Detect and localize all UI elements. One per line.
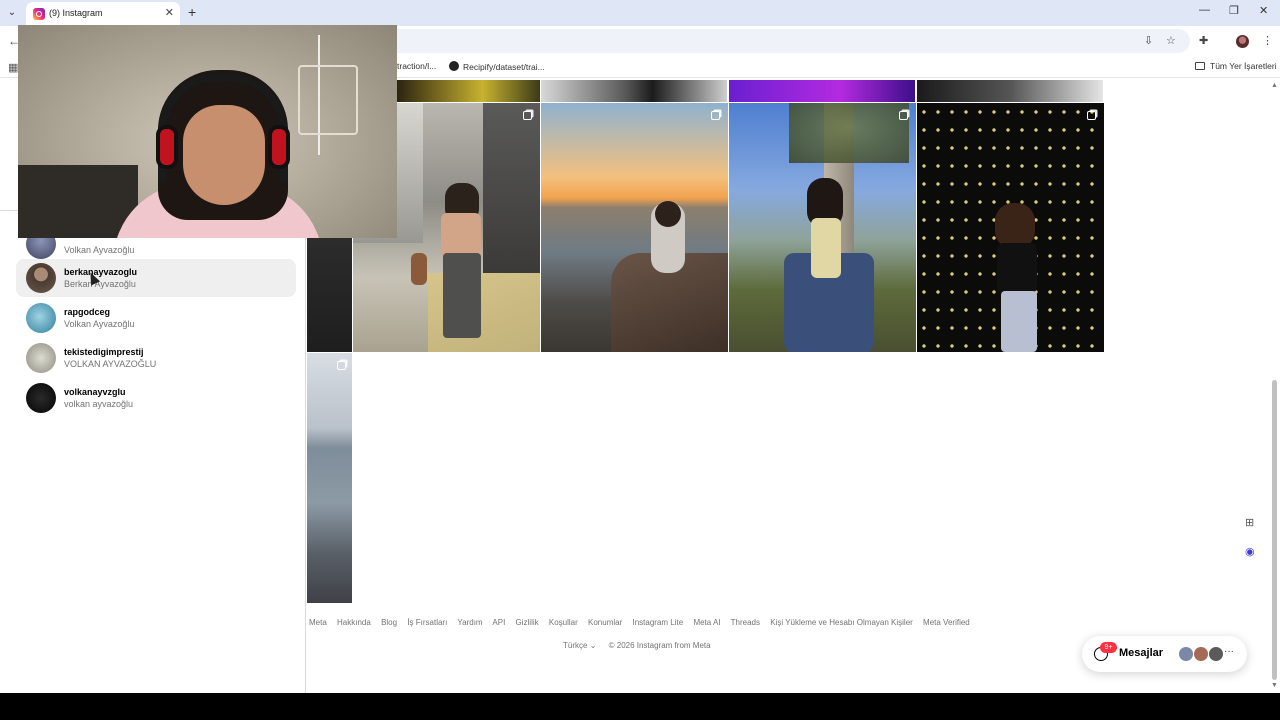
footer-link[interactable]: Threads [731, 618, 760, 627]
bookmark-traction[interactable]: traction/l... [397, 61, 436, 71]
account-username: berkanayvazoglu [64, 267, 138, 277]
footer-link[interactable]: Meta Verified [923, 618, 970, 627]
post-thumbnail-sunset[interactable] [541, 103, 728, 352]
messages-label: Mesajlar [1119, 647, 1164, 659]
footer-link[interactable]: Meta AI [693, 618, 720, 627]
footer-bottom: Türkçe ⌄ © 2026 Instagram from Meta [563, 641, 711, 650]
webcam-overlay [18, 25, 397, 238]
footer-link[interactable]: Konumlar [588, 618, 622, 627]
avatar [1208, 646, 1224, 662]
post-thumbnail-lights[interactable] [917, 103, 1104, 352]
footer-link[interactable]: Hakkında [337, 618, 371, 627]
language-label: Türkçe [563, 641, 588, 650]
assistant-side-icon[interactable]: ◉ [1245, 545, 1255, 558]
carousel-icon [711, 111, 720, 120]
avatar [26, 383, 56, 413]
unread-badge: 9+ [1100, 642, 1117, 653]
post-thumbnail-park[interactable] [729, 103, 916, 352]
avatar [26, 343, 56, 373]
footer-link[interactable]: Yardım [457, 618, 482, 627]
bookmark-recipify-label: Recipify/dataset/trai... [463, 62, 545, 72]
account-item-tekistedigimprestij[interactable]: tekistedigimprestij VOLKAN AYVAZOĞLU [16, 339, 296, 377]
account-username: volkanayvzglu [64, 387, 126, 397]
footer-link[interactable]: API [492, 618, 505, 627]
footer-link[interactable]: Meta [309, 618, 327, 627]
account-item-berkanayvazoglu[interactable]: berkanayvazoglu Berkan Ayvazoğlu [16, 259, 296, 297]
new-tab-icon[interactable]: + [188, 4, 196, 20]
avatar [26, 303, 56, 333]
account-full-name: Volkan Ayvazoğlu [64, 245, 135, 255]
messages-button[interactable]: 9+ Mesajlar ··· [1082, 636, 1247, 672]
extensions-icon[interactable]: ✚ [1199, 34, 1208, 47]
tab-instagram[interactable]: (9) Instagram ✕ [26, 2, 180, 26]
close-tab-icon[interactable]: ✕ [165, 6, 174, 19]
carousel-icon [337, 361, 346, 370]
carousel-icon [523, 111, 532, 120]
post-thumbnail-sea[interactable] [307, 353, 352, 603]
footer-link[interactable]: Blog [381, 618, 397, 627]
restore-icon[interactable]: ❐ [1229, 4, 1239, 17]
avatar [1178, 646, 1194, 662]
folder-icon [1195, 62, 1205, 70]
menu-kebab-icon[interactable]: ⋮ [1262, 34, 1273, 47]
account-username: rapgodceg [64, 307, 111, 317]
close-window-icon[interactable]: ✕ [1259, 4, 1268, 17]
bookmark-star-icon[interactable]: ☆ [1166, 34, 1176, 47]
language-select[interactable]: Türkçe ⌄ [563, 641, 596, 650]
taskbar [0, 693, 1280, 720]
divider [0, 210, 18, 211]
footer-link[interactable]: Kişi Yükleme ve Hesabı Olmayan Kişiler [770, 618, 913, 627]
account-full-name: volkan ayvazoğlu [64, 399, 134, 409]
install-app-icon[interactable]: ⇩ [1144, 34, 1153, 47]
scrollbar-thumb[interactable] [1272, 380, 1277, 680]
copyright-text: © 2026 Instagram from Meta [608, 641, 711, 650]
scroll-down-icon[interactable]: ▼ [1271, 682, 1278, 689]
footer-link[interactable]: Koşullar [549, 618, 578, 627]
post-thumbnail[interactable] [917, 80, 1103, 102]
carousel-icon [1087, 111, 1096, 120]
apps-grid-icon[interactable]: ▦ [8, 61, 18, 74]
carousel-icon [899, 111, 908, 120]
minimize-icon[interactable]: — [1199, 4, 1210, 16]
tab-search-icon[interactable]: ⌄ [4, 5, 20, 21]
account-full-name: Volkan Ayvazoğlu [64, 319, 135, 329]
browser-window: ⌄ (9) Instagram ✕ + — ❐ ✕ ← ⇩ ☆ ✚ ⋮ ▦ tr… [0, 0, 1280, 720]
profile-avatar[interactable] [1236, 35, 1249, 48]
chevron-down-icon: ⌄ [589, 641, 597, 650]
scroll-up-icon[interactable]: ▲ [1271, 82, 1278, 89]
account-item-rapgodceg[interactable]: rapgodceg Volkan Ayvazoğlu [16, 299, 296, 337]
footer-link[interactable]: Instagram Lite [633, 618, 684, 627]
more-icon: ··· [1224, 646, 1234, 657]
footer-link[interactable]: Gizlilik [516, 618, 539, 627]
footer-link[interactable]: İş Fırsatları [407, 618, 447, 627]
tab-title: (9) Instagram [49, 8, 103, 18]
avatar [26, 263, 56, 293]
account-item-volkanayvzglu[interactable]: volkanayvzglu volkan ayvazoğlu [16, 379, 296, 417]
post-thumbnail[interactable] [729, 80, 915, 102]
all-bookmarks-folder[interactable]: Tüm Yer İşaretleri [1195, 61, 1277, 71]
extension-side-icon[interactable]: ⊞ [1245, 516, 1254, 529]
instagram-favicon-icon [33, 8, 45, 20]
account-username: tekistedigimprestij [64, 347, 144, 357]
post-thumbnail[interactable] [541, 80, 727, 102]
avatar [1193, 646, 1209, 662]
footer-links: Meta Hakkında Blog İş Fırsatları Yardım … [309, 618, 978, 627]
github-icon [449, 61, 459, 71]
all-bookmarks-label: Tüm Yer İşaretleri [1210, 61, 1277, 71]
account-full-name: VOLKAN AYVAZOĞLU [64, 359, 157, 369]
post-thumbnail[interactable] [397, 80, 540, 102]
bookmark-recipify[interactable]: Recipify/dataset/trai... [449, 61, 545, 72]
tab-bar: ⌄ (9) Instagram ✕ + — ❐ ✕ [0, 0, 1280, 26]
